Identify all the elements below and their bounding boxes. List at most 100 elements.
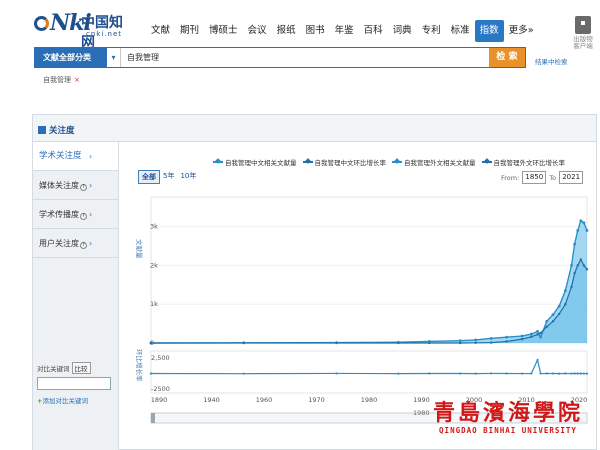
help-icon[interactable]: ? [80, 184, 87, 191]
nav-item[interactable]: 报纸 [272, 20, 301, 42]
nav-item[interactable]: 专利 [417, 20, 446, 42]
help-icon[interactable]: ? [80, 242, 87, 249]
series-area-chinese-volume [151, 220, 587, 343]
data-point-chinese-growth [576, 372, 579, 375]
data-point-chinese-growth [459, 372, 462, 375]
data-point-foreign-volume [551, 320, 555, 323]
cnki-logo[interactable]: Nki 中国知网 cnki.net [34, 10, 134, 51]
y-tick-label: 2k [150, 261, 158, 269]
client-download[interactable]: 出版物 客户端 [566, 16, 600, 50]
legend-label: 自我管理外文环比增长率 [493, 159, 566, 167]
nav-item[interactable]: 文献 [146, 20, 175, 42]
sidebar-item-media-attention[interactable]: 媒体关注度? › [33, 171, 118, 200]
data-point-foreign-volume [579, 258, 583, 261]
compare-button[interactable]: 比较 [71, 362, 91, 374]
data-point-foreign-volume [397, 341, 400, 345]
cnki-logo-domain: cnki.net [86, 30, 122, 38]
nav-item[interactable]: 百科 [359, 20, 388, 42]
data-point-chinese-growth [536, 358, 539, 362]
chevron-right-icon: › [89, 239, 93, 248]
nav-item[interactable]: 指数 [474, 20, 504, 42]
data-point-chinese-growth [545, 372, 548, 375]
range-selector: 全部 5年 10年 [138, 170, 199, 184]
chevron-down-icon[interactable]: ▾ [107, 48, 121, 67]
data-point-chinese-volume [576, 229, 580, 232]
data-point-foreign-volume [582, 264, 586, 267]
compare-keyword-input[interactable] [37, 377, 111, 390]
remove-tag-icon[interactable]: × [74, 76, 80, 84]
data-point-foreign-volume [489, 341, 493, 344]
nav-item[interactable]: 年鉴 [330, 20, 359, 42]
data-point-chinese-volume [529, 332, 533, 336]
data-point-chinese-volume [545, 319, 549, 323]
nav-item[interactable]: 标准 [446, 20, 475, 42]
x-tick-label: 1980 [361, 396, 378, 404]
legend-swatch [392, 161, 402, 163]
attention-chart-svg: 文献量环比增长率01k2k3k2,500-2500189019401960197… [135, 196, 589, 424]
x-tick-label: 1960 [256, 396, 273, 404]
range-all-button[interactable]: 全部 [138, 170, 160, 184]
series-line-chinese-growth [150, 358, 588, 375]
data-point-chinese-volume [536, 329, 539, 333]
help-icon[interactable]: ? [80, 213, 87, 220]
university-watermark: 青島濱海學院 QINGDAO BINHAI UNIVERSITY [418, 400, 598, 450]
navigator-handle-left [151, 413, 155, 423]
add-compare-keyword-link[interactable]: +添加对比关键词 [37, 395, 117, 405]
x-tick-label: 1940 [203, 396, 220, 404]
data-point-chinese-volume [551, 313, 555, 317]
data-point-chinese-growth [335, 372, 338, 375]
legend-label: 自我管理外文相关文献量 [404, 159, 476, 167]
search-in-results-link[interactable]: 结果中检索 [535, 56, 568, 66]
category-select[interactable]: 文献全部分类 [35, 48, 107, 67]
client-download-label: 出版物 客户端 [573, 35, 593, 51]
legend-swatch [302, 161, 313, 163]
legend-swatch [213, 161, 223, 163]
range-5y-button[interactable]: 5年 [160, 170, 177, 184]
data-point-foreign-volume [564, 303, 567, 306]
data-point-foreign-volume [530, 335, 533, 338]
nav-item[interactable]: 图书 [301, 20, 330, 42]
legend-item[interactable]: 自我管理中文相关文献量 [213, 157, 297, 167]
data-point-chinese-volume [573, 242, 577, 246]
legend-item[interactable]: 自我管理中文环比增长率 [302, 157, 387, 167]
sidebar-item-user-attention[interactable]: 用户关注度? › [33, 229, 118, 258]
data-point-foreign-volume [536, 333, 539, 336]
data-point-foreign-volume [576, 264, 579, 267]
data-point-chinese-volume [539, 335, 543, 339]
date-to-input[interactable]: 2021 [559, 171, 584, 184]
search-button[interactable]: 检 索 [489, 48, 525, 67]
data-point-foreign-volume [570, 285, 573, 288]
legend-swatch [481, 161, 492, 163]
watermark-english: QINGDAO BINHAI UNIVERSITY [439, 426, 577, 435]
legend-item[interactable]: 自我管理外文相关文献量 [392, 157, 476, 167]
panel-title-icon [38, 126, 46, 134]
data-point-chinese-growth [474, 372, 477, 375]
data-point-chinese-growth [490, 372, 493, 375]
sidebar-item-academic-attention[interactable]: 学术关注度 › [33, 142, 118, 171]
search-input[interactable]: 自我管理 [121, 48, 489, 67]
legend-item[interactable]: 自我管理外文环比增长率 [481, 157, 566, 167]
nav-item[interactable]: 博硕士 [204, 20, 243, 42]
data-point-chinese-growth [551, 372, 555, 375]
sidebar-item-academic-spread[interactable]: 学术传播度? › [33, 200, 118, 229]
range-10y-button[interactable]: 10年 [177, 170, 199, 184]
nav-item[interactable]: 更多» [504, 20, 539, 42]
compare-label: 对比关键词 [37, 365, 70, 373]
top-nav: 文献 期刊 博硕士 会议 报纸 图书 年鉴 百科 词典 专利 标准 指数 更多» [146, 19, 539, 43]
nav-item[interactable]: 词典 [388, 20, 417, 42]
legend-label: 自我管理中文环比增长率 [314, 159, 387, 167]
data-point-chinese-growth [585, 372, 589, 375]
nav-item[interactable]: 会议 [243, 20, 272, 42]
data-point-chinese-growth [530, 372, 533, 375]
data-point-chinese-growth [539, 372, 542, 375]
data-point-chinese-growth [505, 372, 508, 375]
lower-axis-label: 环比增长率 [135, 349, 144, 382]
x-tick-label: 1970 [308, 396, 325, 404]
download-icon [575, 16, 591, 34]
date-from-input[interactable]: 1850 [522, 171, 547, 184]
nav-item[interactable]: 期刊 [175, 20, 204, 42]
data-point-chinese-volume [474, 338, 478, 342]
data-point-chinese-volume [557, 304, 561, 308]
data-point-chinese-volume [458, 339, 462, 343]
search-bar: 文献全部分类 ▾ 自我管理 检 索 [34, 47, 526, 68]
